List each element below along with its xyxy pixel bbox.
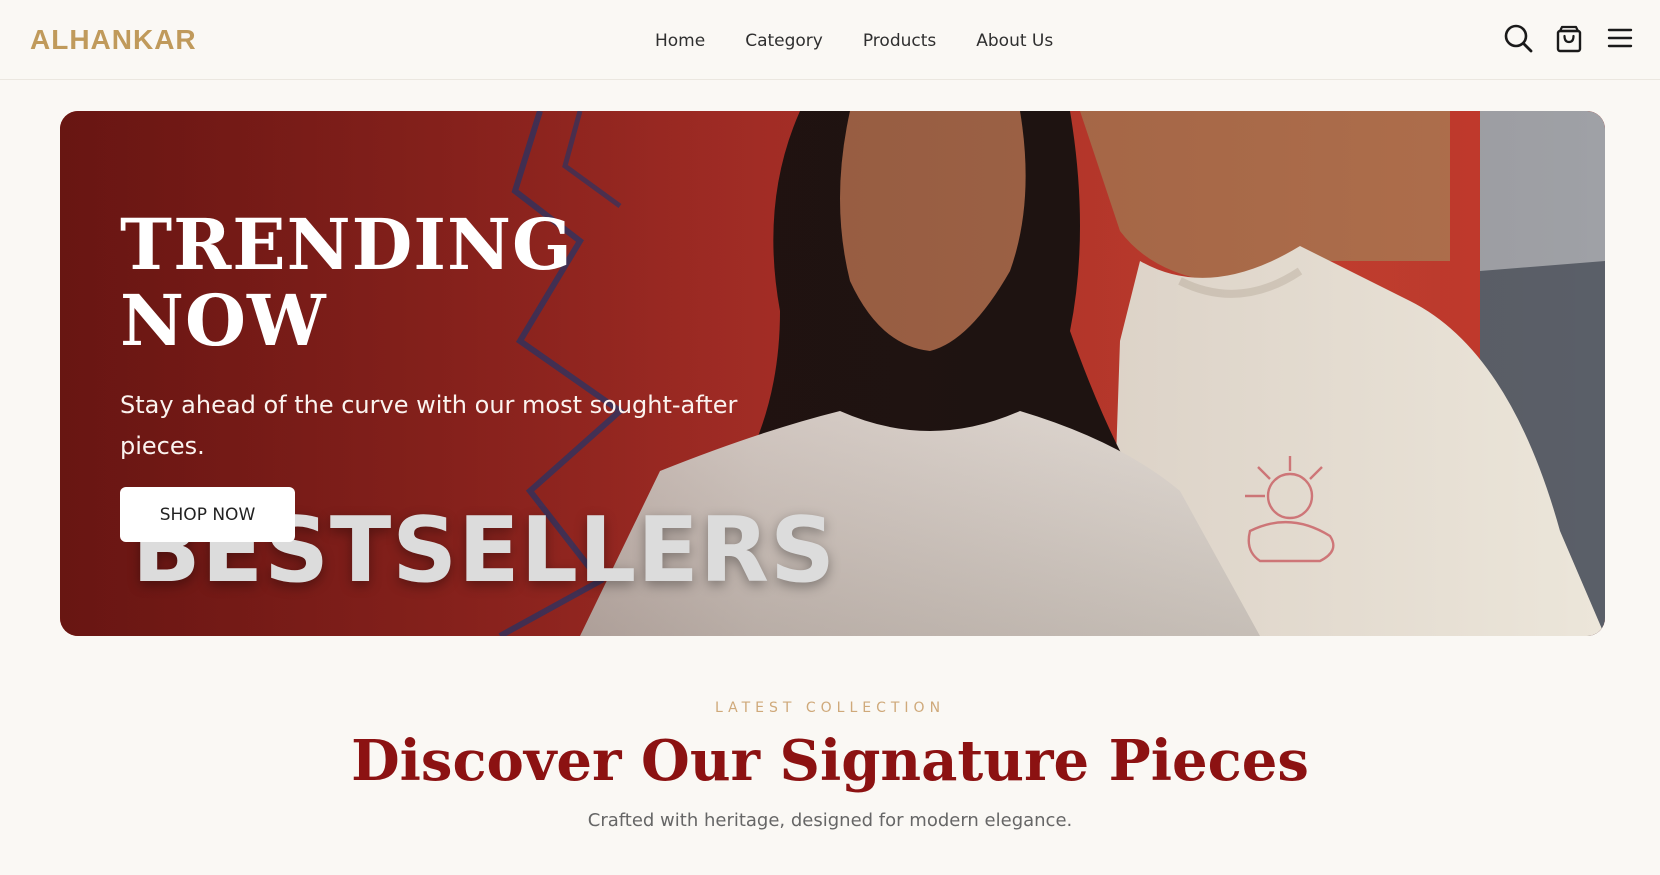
hero-copy: TRENDING NOW Stay ahead of the curve wit… [120, 207, 760, 467]
brand-logo[interactable]: ALHANKAR [30, 24, 197, 56]
section-kicker: LATEST COLLECTION [714, 700, 946, 716]
nav-item-about-us[interactable]: About Us [976, 28, 1053, 54]
hero-title: TRENDING NOW [120, 207, 760, 359]
nav-item-products[interactable]: Products [863, 28, 936, 54]
search-icon[interactable] [1502, 22, 1534, 54]
site-header: ALHANKAR Home Category Products About Us [0, 0, 1660, 80]
menu-icon[interactable] [1604, 22, 1636, 54]
shopping-bag-icon[interactable] [1553, 22, 1585, 54]
collection-intro: LATEST COLLECTION Discover Our Signature… [0, 700, 1660, 834]
hero-title-line2: NOW [120, 279, 327, 362]
section-title: Discover Our Signature Pieces [351, 728, 1309, 794]
nav-item-home[interactable]: Home [655, 28, 705, 54]
main-nav: Home Category Products About Us [655, 28, 1053, 54]
shop-now-button[interactable]: SHOP NOW [120, 487, 295, 542]
hero-banner: TRENDING NOW Stay ahead of the curve wit… [60, 111, 1605, 636]
nav-item-category[interactable]: Category [745, 28, 823, 54]
header-actions [1502, 22, 1636, 54]
hero-title-line1: TRENDING [120, 203, 573, 286]
hero-subtitle: Stay ahead of the curve with our most so… [120, 391, 738, 460]
section-subtitle: Crafted with heritage, designed for mode… [587, 810, 1073, 831]
